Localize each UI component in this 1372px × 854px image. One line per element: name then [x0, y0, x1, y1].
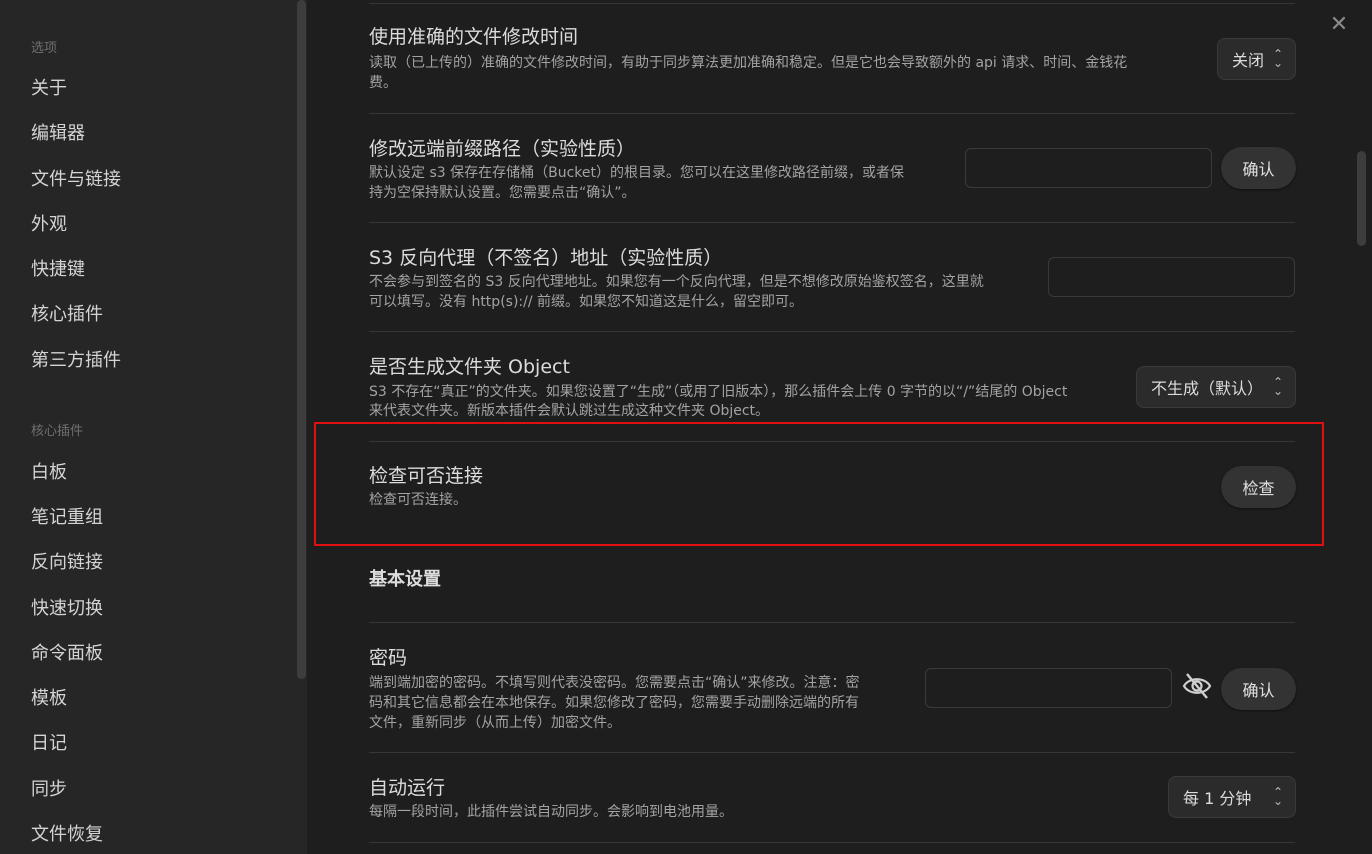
setting-desc: 每隔一段时间，此插件尝试自动同步。会影响到电池用量。: [369, 804, 733, 820]
chevron-updown-icon: ⌃ ⌄: [1272, 785, 1283, 808]
remote-prefix-input[interactable]: [965, 148, 1212, 188]
auto-run-dropdown[interactable]: 每 1 分钟 ⌃ ⌄: [1168, 776, 1296, 818]
settings-sidebar: 选项 关于 编辑器 文件与链接 外观 快捷键 核心插件 第三方插件 核心插件 白…: [0, 0, 307, 854]
chevron-updown-icon: ⌃ ⌄: [1272, 375, 1283, 398]
setting-desc: 持为空保持默认设置。您需要点击“确认”。: [369, 185, 636, 201]
sidebar-item-appearance[interactable]: 外观: [31, 210, 67, 236]
setting-desc: 文件，重新同步（从而上传）加密文件。: [369, 715, 621, 731]
setting-title: 密码: [369, 647, 408, 669]
setting-accurate-mtime: 使用准确的文件修改时间 读取（已上传的）准确的文件修改时间，有助于同步算法更加准…: [369, 0, 1295, 110]
sidebar-item-core-plugins[interactable]: 核心插件: [31, 300, 103, 326]
divider: [369, 842, 1295, 843]
sidebar-scrollbar[interactable]: [297, 0, 306, 679]
setting-title: 是否生成文件夹 Object: [369, 356, 570, 378]
dropdown-value: 关闭: [1232, 51, 1265, 70]
accurate-mtime-dropdown[interactable]: 关闭 ⌃ ⌄: [1217, 38, 1296, 80]
chevron-updown-icon: ⌃ ⌄: [1272, 47, 1283, 70]
sidebar-item-canvas[interactable]: 白板: [31, 458, 67, 484]
sidebar-item-hotkeys[interactable]: 快捷键: [31, 255, 85, 281]
reverse-proxy-input[interactable]: [1048, 257, 1295, 297]
password-input[interactable]: [925, 668, 1172, 708]
dropdown-value: 每 1 分钟: [1183, 789, 1252, 808]
section-heading-basic: 基本设置: [369, 569, 441, 590]
setting-desc: 来代表文件夹。新版本插件会默认跳过生成这种文件夹 Object。: [369, 403, 770, 419]
sidebar-item-file-recovery[interactable]: 文件恢复: [31, 820, 103, 846]
dropdown-value: 不生成（默认）: [1151, 379, 1264, 398]
sidebar-item-editor[interactable]: 编辑器: [31, 119, 85, 145]
password-confirm-button[interactable]: 确认: [1221, 668, 1296, 710]
setting-auto-run: 自动运行 每隔一段时间，此插件尝试自动同步。会影响到电池用量。: [369, 752, 1295, 842]
setting-title: 自动运行: [369, 777, 446, 799]
setting-desc: 可以填写。没有 http(s):// 前缀。如果您不知道这是什么，留空即可。: [369, 294, 804, 310]
sidebar-item-note-composer[interactable]: 笔记重组: [31, 503, 103, 529]
close-icon[interactable]: ✕: [1328, 14, 1350, 36]
sidebar-item-files-links[interactable]: 文件与链接: [31, 165, 121, 191]
setting-desc: 默认设定 s3 保存在存储桶（Bucket）的根目录。您可以在这里修改路径前缀，…: [369, 165, 904, 181]
sidebar-item-sync[interactable]: 同步: [31, 775, 67, 801]
sidebar-item-command-palette[interactable]: 命令面板: [31, 639, 103, 665]
sidebar-item-about[interactable]: 关于: [31, 74, 67, 100]
sidebar-heading-core-plugins: 核心插件: [31, 424, 84, 439]
sidebar-item-community-plugins[interactable]: 第三方插件: [31, 346, 121, 372]
setting-title: 使用准确的文件修改时间: [369, 26, 579, 48]
highlight-box: [314, 422, 1324, 546]
content-scrollbar[interactable]: [1357, 151, 1366, 246]
eye-off-icon[interactable]: [1181, 671, 1213, 701]
setting-desc: 端到端加密的密码。不填写则代表没密码。您需要点击“确认”来修改。注意：密: [369, 675, 860, 691]
sidebar-heading-options: 选项: [31, 41, 58, 56]
setting-desc: 费。: [369, 75, 397, 91]
remote-prefix-confirm-button[interactable]: 确认: [1221, 147, 1296, 189]
sidebar-item-templates[interactable]: 模板: [31, 684, 67, 710]
setting-desc: 读取（已上传的）准确的文件修改时间，有助于同步算法更加准确和稳定。但是它也会导致…: [369, 55, 1128, 71]
folder-object-dropdown[interactable]: 不生成（默认） ⌃ ⌄: [1136, 366, 1296, 408]
sidebar-item-quick-switcher[interactable]: 快速切换: [31, 594, 103, 620]
setting-desc: 码和其它信息都会在本地保存。如果您修改了密码，您需要手动删除远端的所有: [369, 695, 859, 711]
setting-desc: S3 不存在“真正”的文件夹。如果您设置了“生成”（或用了旧版本），那么插件会上…: [369, 384, 1068, 400]
sidebar-item-daily-notes[interactable]: 日记: [31, 729, 67, 755]
sidebar-item-backlinks[interactable]: 反向链接: [31, 548, 103, 574]
setting-title: 修改远端前缀路径（实验性质）: [369, 138, 636, 160]
setting-desc: 不会参与到签名的 S3 反向代理地址。如果您有一个反向代理，但是不想修改原始鉴权…: [369, 274, 984, 290]
setting-title: S3 反向代理（不签名）地址（实验性质）: [369, 247, 723, 269]
